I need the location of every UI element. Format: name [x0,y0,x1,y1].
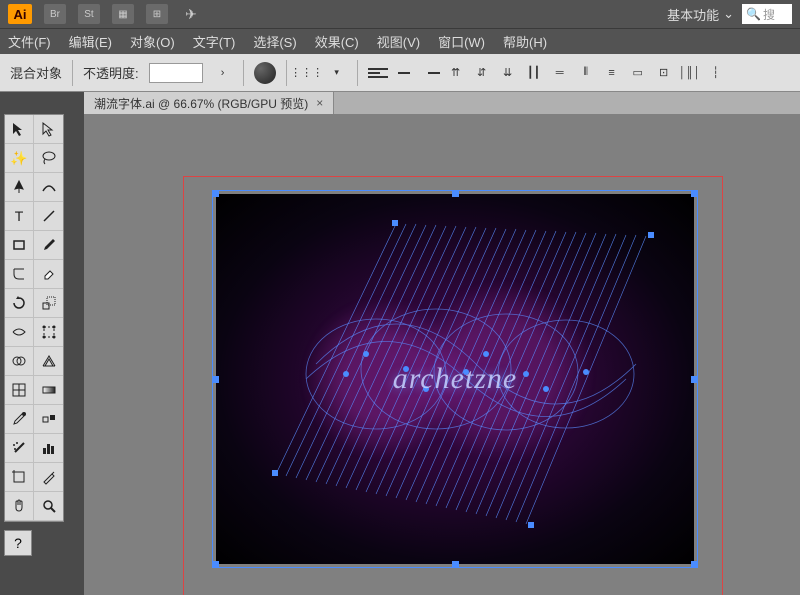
bridge-icon[interactable]: Br [44,4,66,24]
type-tool[interactable]: T [5,202,34,231]
help-button[interactable]: ? [4,530,32,556]
menubar: 文件(F) 编辑(E) 对象(O) 文字(T) 选择(S) 效果(C) 视图(V… [0,28,800,54]
selection-handle[interactable] [691,561,698,568]
opacity-input[interactable] [149,63,203,83]
align-bottom-icon[interactable]: ⇊ [498,63,518,83]
control-bar: 混合对象 不透明度: › ⋮⋮⋮ ▾ ⇈ ⇵ ⇊ ┃┃ ═ ⫴ ≡ ▭ ⊡ │║… [0,54,800,92]
document-tab-bar: 潮流字体.ai @ 66.67% (RGB/GPU 预览) × [84,92,800,114]
distribute-spacing-h-icon[interactable]: ⫴ [576,63,596,83]
width-tool[interactable] [5,318,34,347]
recolor-artwork-icon[interactable] [254,62,276,84]
distribute-v-icon[interactable]: ═ [550,63,570,83]
distribute-spacing-v-icon[interactable]: ≡ [602,63,622,83]
symbol-sprayer-tool[interactable] [5,434,34,463]
rotate-tool[interactable] [5,289,34,318]
selection-handle[interactable] [212,190,219,197]
more-options-icon[interactable]: ┆ [706,63,726,83]
document-tab-title: 潮流字体.ai @ 66.67% (RGB/GPU 预览) [94,95,308,112]
shape-builder-tool[interactable] [5,347,34,376]
paintbrush-tool[interactable] [34,231,63,260]
column-graph-tool[interactable] [34,434,63,463]
free-transform-tool[interactable] [34,318,63,347]
menu-view[interactable]: 视图(V) [377,32,420,51]
selection-handle[interactable] [691,376,698,383]
blend-tool[interactable] [34,405,63,434]
opacity-dropdown[interactable]: › [213,63,233,83]
align-options-icon[interactable]: ⋮⋮⋮ [297,63,317,83]
menu-select[interactable]: 选择(S) [253,32,296,51]
artwork[interactable]: archetzne [216,194,694,564]
document-tab[interactable]: 潮流字体.ai @ 66.67% (RGB/GPU 预览) × [84,92,334,114]
rocket-icon[interactable]: ✈ [180,4,202,24]
artwork-text: archetzne [393,362,518,396]
menu-file[interactable]: 文件(F) [8,32,51,51]
transform-panel-icon[interactable]: ⊡ [654,63,674,83]
toolbox: ✨ T [4,114,64,522]
curvature-tool[interactable] [34,173,63,202]
search-placeholder: 搜 [763,6,775,23]
shaper-tool[interactable] [5,260,34,289]
stock-icon[interactable]: St [78,4,100,24]
lasso-tool[interactable] [34,144,63,173]
align-dropdown-icon[interactable]: ▾ [327,63,347,83]
mesh-tool[interactable] [5,376,34,405]
menu-effect[interactable]: 效果(C) [315,32,359,51]
align-center-v-icon[interactable]: ⇵ [472,63,492,83]
selection-tool[interactable] [5,115,34,144]
menu-object[interactable]: 对象(O) [130,32,175,51]
selection-handle[interactable] [452,190,459,197]
gradient-tool[interactable] [34,376,63,405]
search-icon: 🔍 [746,7,761,21]
menu-help[interactable]: 帮助(H) [503,32,547,51]
selection-handle[interactable] [452,561,459,568]
menu-window[interactable]: 窗口(W) [438,32,485,51]
isolate-icon[interactable]: │║│ [680,63,700,83]
artboard-tool[interactable] [5,463,34,492]
align-right-icon[interactable] [420,63,440,83]
rectangle-tool[interactable] [5,231,34,260]
menu-edit[interactable]: 编辑(E) [69,32,112,51]
arrange-docs-icon[interactable]: ▦ [112,4,134,24]
workspace-switcher[interactable]: 基本功能 ⌄ [667,5,734,24]
align-left-icon[interactable] [368,63,388,83]
selection-type-label: 混合对象 [10,63,62,82]
direct-selection-tool[interactable] [34,115,63,144]
menu-type[interactable]: 文字(T) [193,32,236,51]
opacity-label: 不透明度: [83,63,139,82]
zoom-tool[interactable] [34,492,63,521]
line-tool[interactable] [34,202,63,231]
slice-tool[interactable] [34,463,63,492]
perspective-grid-tool[interactable] [34,347,63,376]
selection-handle[interactable] [212,561,219,568]
chevron-down-icon: ⌄ [723,6,734,22]
distribute-h-icon[interactable]: ┃┃ [524,63,544,83]
align-top-icon[interactable]: ⇈ [446,63,466,83]
close-icon[interactable]: × [316,96,323,110]
selection-handle[interactable] [691,190,698,197]
app-topbar: Ai Br St ▦ ⊞ ✈ 基本功能 ⌄ 🔍 搜 [0,0,800,28]
selection-handle[interactable] [212,376,219,383]
hand-tool[interactable] [5,492,34,521]
align-center-h-icon[interactable] [394,63,414,83]
eyedropper-tool[interactable] [5,405,34,434]
eraser-tool[interactable] [34,260,63,289]
tools-panel: ✨ T ? [0,92,84,595]
canvas-area: 潮流字体.ai @ 66.67% (RGB/GPU 预览) × [84,92,800,595]
workspace-label: 基本功能 [667,5,719,24]
canvas-viewport[interactable]: archetzne [84,114,800,595]
ai-logo: Ai [8,4,32,24]
align-buttons-group: ⇈ ⇵ ⇊ ┃┃ ═ ⫴ ≡ ▭ ⊡ │║│ ┆ [368,63,726,83]
align-to-artboard-icon[interactable]: ▭ [628,63,648,83]
scale-tool[interactable] [34,289,63,318]
magic-wand-tool[interactable]: ✨ [5,144,34,173]
layout-icon[interactable]: ⊞ [146,4,168,24]
pen-tool[interactable] [5,173,34,202]
search-input[interactable]: 🔍 搜 [742,4,792,24]
